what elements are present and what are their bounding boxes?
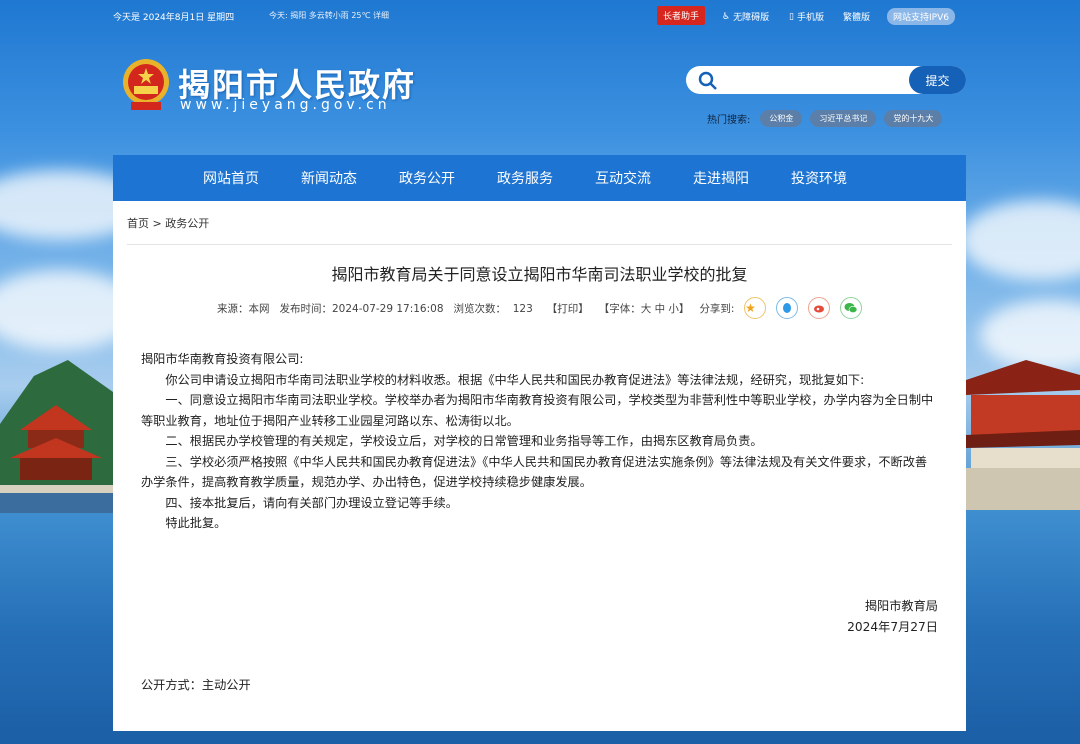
hot-search: 热门搜索: 公积金 习近平总书记 党的十九大 (707, 110, 943, 127)
cloud (960, 200, 1080, 280)
accessible-link[interactable]: ♿ 无障碍版 (722, 10, 770, 24)
view-count: 浏览次数： 123 (453, 302, 533, 315)
nav-gov-services[interactable]: 政务服务 (497, 168, 553, 188)
article-body: 揭阳市华南教育投资有限公司: 你公司申请设立揭阳市华南司法职业学校的材料收悉。根… (141, 349, 936, 534)
accessible-label: 无障碍版 (733, 13, 770, 23)
article-paragraph: 二、根据民办学校管理的有关规定，学校设立后，对学校的日常管理和业务指导等工作，由… (165, 434, 763, 448)
accessibility-icon: ♿ (722, 11, 731, 22)
article-paragraph: 揭阳市华南教育投资有限公司: (141, 352, 304, 366)
mobile-label: 手机版 (796, 13, 824, 23)
traditional-link[interactable]: 繁體版 (843, 10, 870, 23)
nav-about-jieyang[interactable]: 走进揭阳 (693, 168, 749, 188)
disclosure-method: 公开方式：主动公开 (141, 678, 251, 692)
hot-tag[interactable]: 党的十九大 (884, 110, 943, 127)
share-label: 分享到: (699, 302, 735, 315)
pagoda-left (0, 405, 113, 513)
ipv6-badge: 网站支持IPV6 (887, 8, 955, 25)
wechat-icon (844, 303, 858, 314)
article-paragraph: 特此批复。 (165, 516, 227, 530)
temple-right (966, 360, 1080, 510)
font-size-control[interactable]: 【字体：大 中 小】 (599, 301, 690, 316)
article-paragraph: 三、学校必须严格按照《中华人民共和国民办教育促进法》《中华人民共和国民办教育促进… (141, 454, 928, 490)
share-qq-button[interactable] (776, 297, 799, 319)
elder-assistant-button[interactable]: 长者助手 (657, 6, 706, 25)
main-nav: 网站首页 新闻动态 政务公开 政务服务 互动交流 走进揭阳 投资环境 (113, 155, 966, 201)
article-panel: 首页 > 政务公开 揭阳市教育局关于同意设立揭阳市华南司法职业学校的批复 来源：… (113, 201, 966, 731)
mobile-link[interactable]: ▯ 手机版 (789, 10, 824, 24)
signature-block: 揭阳市教育局 2024年7月27日 (847, 596, 938, 637)
phone-icon: ▯ (789, 11, 794, 22)
nav-news[interactable]: 新闻动态 (301, 168, 357, 188)
site-url: www.jieyang.gov.cn (180, 97, 391, 113)
hot-tag[interactable]: 习近平总书记 (810, 110, 877, 127)
date-text: 今天是 2024年8月1日 星期四 (113, 13, 235, 23)
nav-gov-affairs-open[interactable]: 政务公开 (399, 168, 455, 188)
nav-investment[interactable]: 投资环境 (791, 168, 847, 188)
signature-org: 揭阳市教育局 (864, 599, 938, 613)
article-title: 揭阳市教育局关于同意设立揭阳市华南司法职业学校的批复 (331, 265, 748, 284)
top-bar: 今天是 2024年8月1日 星期四 今天: 揭阳 多云转小雨 25℃ 详细 长者… (113, 6, 966, 26)
weibo-icon (814, 305, 825, 313)
hot-tag[interactable]: 公积金 (760, 110, 803, 127)
search-input[interactable] (726, 71, 910, 91)
breadcrumb[interactable]: 首页 > 政务公开 (127, 215, 209, 231)
search-icon (698, 71, 717, 90)
signature-date: 2024年7月27日 (847, 619, 938, 634)
print-button[interactable]: 【打印】 (547, 301, 589, 316)
search-box: 提交 (686, 66, 966, 94)
hot-search-label: 热门搜索: (707, 115, 751, 126)
article-paragraph: 你公司申请设立揭阳市华南司法职业学校的材料收悉。根据《中华人民共和国民办教育促进… (165, 372, 865, 387)
qq-icon (783, 303, 792, 313)
search-submit-button[interactable]: 提交 (909, 66, 966, 94)
article-meta: 来源：本网 发布时间：2024-07-29 17:16:08 浏览次数： 123… (217, 297, 872, 319)
divider (127, 244, 952, 245)
share-favorite-button[interactable]: ★ (744, 297, 767, 319)
share-weibo-button[interactable] (808, 297, 831, 319)
publish-time: 发布时间：2024-07-29 17:16:08 (279, 302, 444, 315)
nav-interaction[interactable]: 互动交流 (595, 168, 651, 188)
national-emblem-logo (123, 59, 169, 110)
article-paragraph: 一、同意设立揭阳市华南司法职业学校。学校举办者为揭阳市华南教育投资有限公司，学校… (141, 393, 934, 428)
source-text: 来源：本网 (217, 302, 270, 315)
nav-home[interactable]: 网站首页 (203, 168, 259, 188)
star-icon: ★ (745, 301, 756, 315)
weather-text[interactable]: 今天: 揭阳 多云转小雨 25℃ 详细 (269, 10, 389, 21)
article-paragraph: 四、接本批复后，请向有关部门办理设立登记等手续。 (165, 495, 458, 510)
share-wechat-button[interactable] (840, 297, 863, 319)
